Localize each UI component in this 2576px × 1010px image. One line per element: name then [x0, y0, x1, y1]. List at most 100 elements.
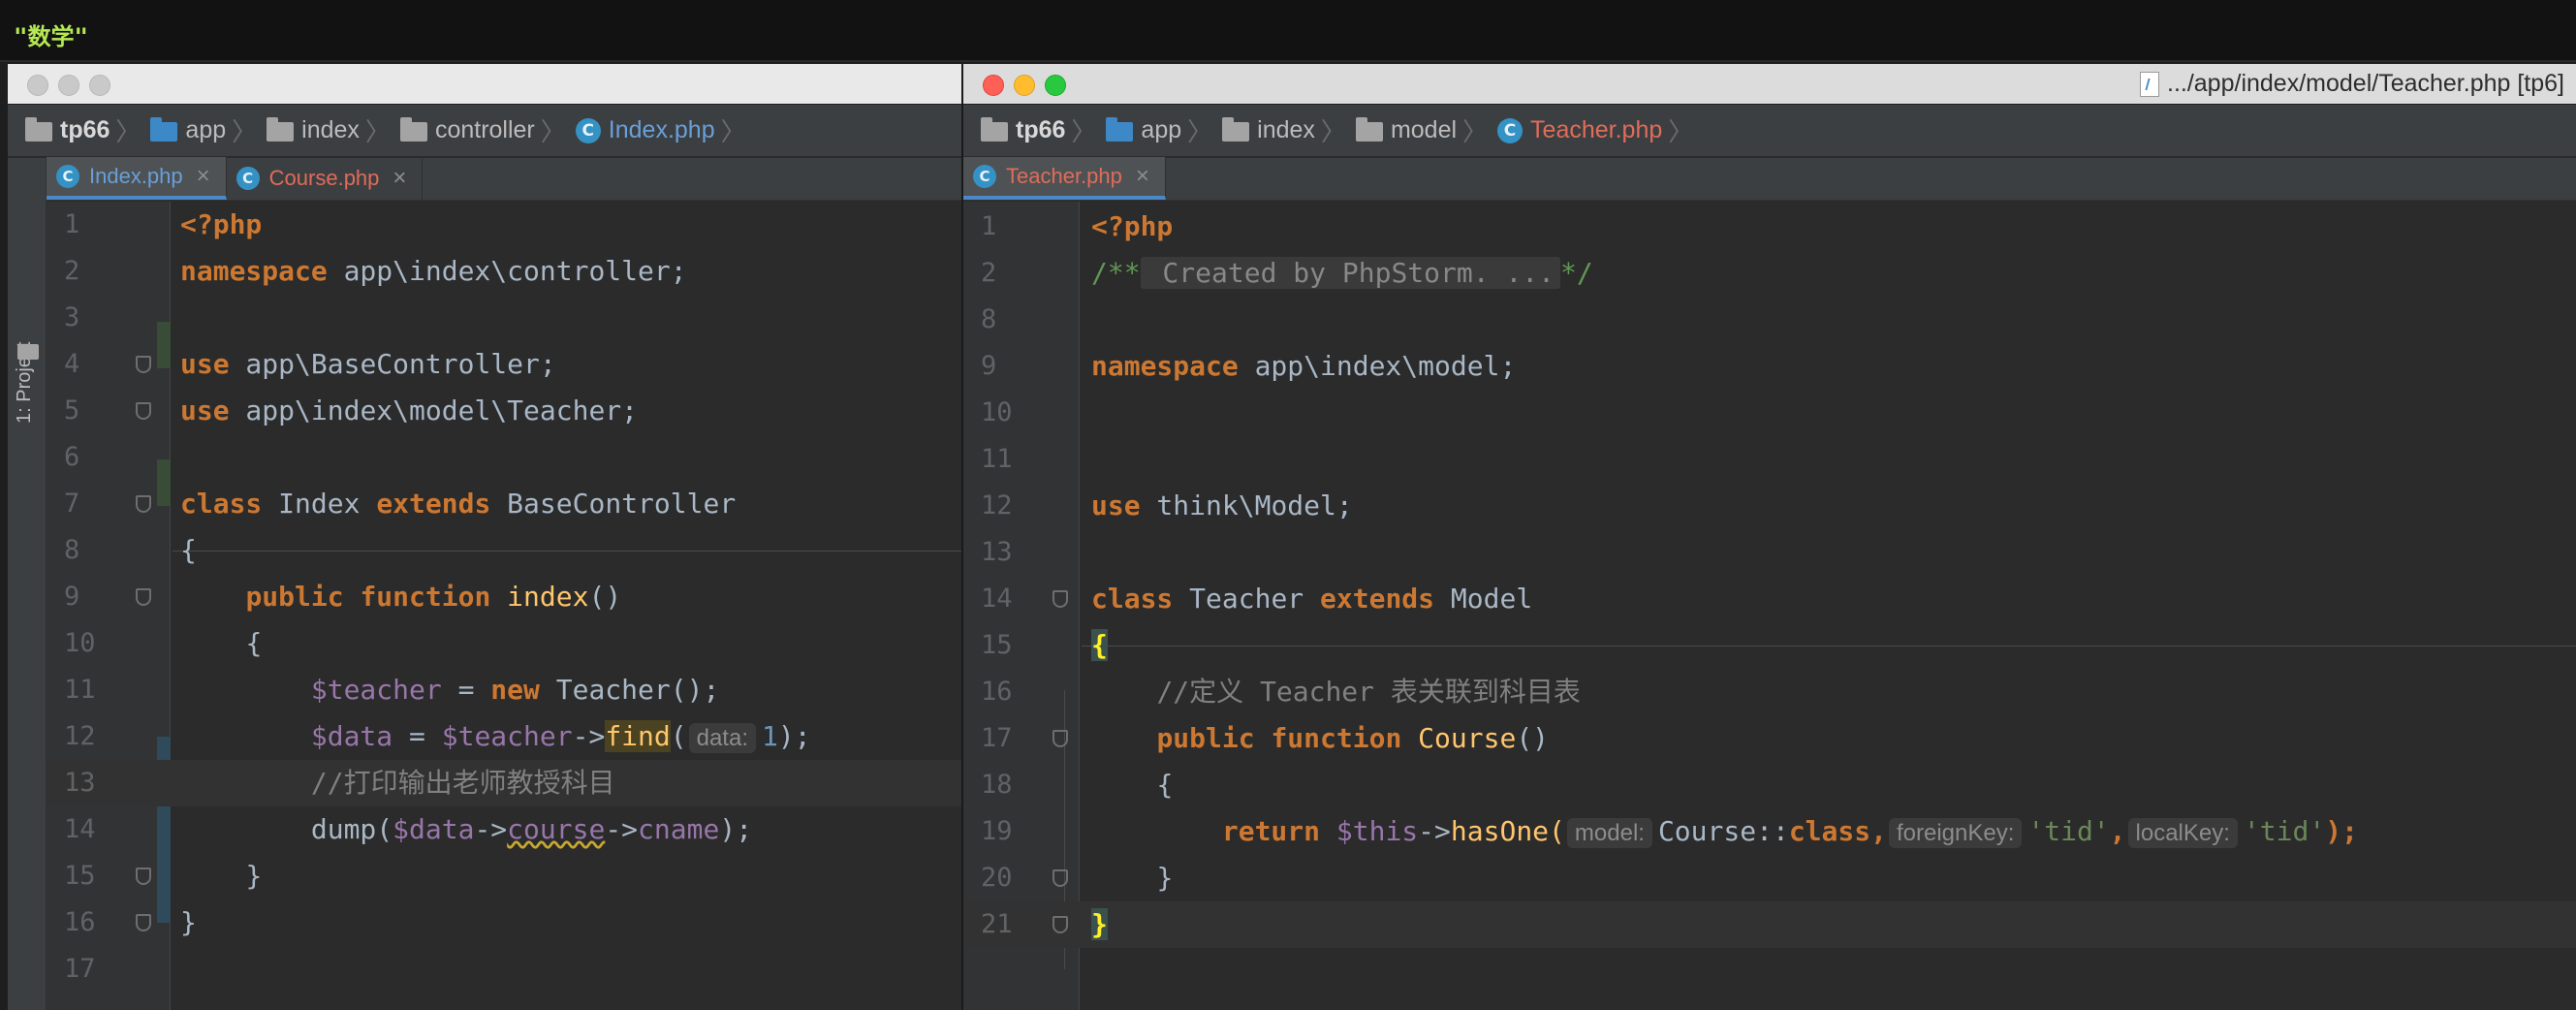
- php-class-icon: C: [575, 117, 601, 143]
- chevron-right-icon: 〉: [540, 117, 566, 146]
- code-line: 1 <?php: [64, 208, 263, 240]
- breadcrumb-item-file[interactable]: C Index.php: [575, 116, 715, 144]
- code-line: 16}: [64, 906, 197, 938]
- breadcrumb-item-app[interactable]: app: [150, 116, 226, 144]
- folder-icon: [399, 116, 427, 142]
- code-line: 17: [64, 954, 96, 984]
- code-line: 4 use app\BaseController;: [64, 348, 556, 380]
- chevron-right-icon: 〉: [232, 117, 258, 146]
- code-line: 9 namespace app\index\model;: [981, 350, 1517, 382]
- code-line: 11 $teacher = new Teacher();: [64, 674, 720, 706]
- breadcrumb-item-index[interactable]: index: [267, 116, 360, 144]
- php-class-icon: C: [973, 165, 996, 188]
- console-output-bar: "数学": [0, 0, 2576, 62]
- code-line: 15{: [981, 629, 1108, 661]
- php-class-icon: C: [236, 167, 260, 190]
- fold-icon[interactable]: [1052, 590, 1068, 608]
- code-editor[interactable]: 1 <?php 2 namespace app\index\controller; …: [47, 202, 977, 1010]
- breadcrumb-item-controller[interactable]: controller: [399, 116, 535, 144]
- tool-window-strip: 1: Project: [8, 158, 47, 1010]
- code-line: 12 use think\Model;: [981, 489, 1353, 521]
- editor-tabs: C Teacher.php ×: [963, 157, 2576, 201]
- folder-icon: [267, 116, 295, 142]
- chevron-right-icon: 〉: [364, 117, 391, 146]
- window-titlebar: .../app/index/model/Teacher.php [tp6]: [963, 64, 2576, 105]
- minimize-window-button[interactable]: [58, 75, 79, 96]
- breadcrumb-item-file[interactable]: C Teacher.php: [1497, 116, 1662, 144]
- code-line-current: 21}: [963, 901, 2576, 948]
- folder-icon: [1106, 116, 1134, 142]
- minimize-window-button[interactable]: [1014, 75, 1035, 96]
- zoom-window-button[interactable]: [89, 75, 110, 96]
- breadcrumb-item-model[interactable]: model: [1355, 116, 1457, 144]
- folder-icon: [25, 116, 52, 142]
- folded-region[interactable]: Created by PhpStorm. ...: [1140, 257, 1561, 289]
- code-line: 11: [981, 444, 1013, 474]
- fold-icon[interactable]: [136, 588, 151, 606]
- fold-icon[interactable]: [136, 914, 151, 931]
- code-line: 12 $data = $teacher->find(data: 1);: [64, 720, 811, 753]
- close-window-button[interactable]: [983, 75, 1004, 96]
- code-line: 16 //定义 Teacher 表关联到科目表: [981, 676, 1581, 708]
- chevron-right-icon: 〉: [720, 117, 746, 146]
- code-line: 17 public function Course(): [981, 722, 1550, 754]
- code-line: 13: [981, 537, 1013, 567]
- breadcrumb: tp66 〉 app 〉 index 〉 controller 〉 C Index.php…: [8, 105, 977, 157]
- folder-icon: [17, 344, 39, 360]
- close-tab-icon[interactable]: ×: [1136, 163, 1149, 190]
- php-class-icon: C: [1497, 117, 1524, 143]
- fold-icon[interactable]: [136, 356, 151, 373]
- code-line: 15 }: [64, 860, 263, 892]
- php-class-icon: C: [56, 165, 79, 188]
- fold-icon[interactable]: [1052, 916, 1068, 933]
- parameter-hint: model:: [1566, 818, 1652, 848]
- breadcrumb-item-project[interactable]: tp66: [25, 116, 110, 144]
- editor-tabs: C Index.php × C Course.php ×: [47, 157, 977, 201]
- code-line: 2 namespace app\index\controller;: [64, 255, 687, 287]
- tab-index-php[interactable]: C Index.php ×: [47, 157, 227, 200]
- parameter-hint: localKey:: [2127, 818, 2238, 848]
- parameter-hint: data:: [688, 723, 756, 753]
- tab-teacher-php[interactable]: C Teacher.php ×: [963, 157, 1166, 200]
- tab-course-php[interactable]: C Course.php ×: [227, 157, 424, 200]
- chevron-right-icon: 〉: [1071, 117, 1097, 146]
- chevron-right-icon: 〉: [1668, 117, 1694, 146]
- code-line: 10 {: [64, 627, 263, 659]
- code-line: 10: [981, 397, 1013, 427]
- close-tab-icon[interactable]: ×: [197, 163, 210, 190]
- code-line: 14 dump($data->course->cname);: [64, 813, 753, 845]
- fold-icon[interactable]: [136, 868, 151, 885]
- code-line: 2/** Created by PhpStorm. ... */: [981, 257, 1593, 289]
- code-line: 3: [64, 302, 80, 332]
- breadcrumb-item-project[interactable]: tp66: [981, 116, 1065, 144]
- code-line: 9 public function index(): [64, 581, 622, 613]
- editor-window-left: tp66 〉 app 〉 index 〉 controller 〉 C Index.php…: [8, 64, 977, 1010]
- fold-icon[interactable]: [136, 402, 151, 420]
- code-line: 18 {: [981, 769, 1174, 801]
- close-window-button[interactable]: [27, 75, 48, 96]
- fold-icon[interactable]: [136, 495, 151, 513]
- code-line-current: 13 //打印输出老师教授科目: [47, 760, 977, 806]
- close-tab-icon[interactable]: ×: [393, 165, 406, 192]
- chevron-right-icon: 〉: [1320, 117, 1346, 146]
- window-titlebar: [8, 64, 977, 105]
- code-line: 20 }: [981, 862, 1174, 894]
- code-editor[interactable]: 1 <?php 2/** Created by PhpStorm. ... */ 8…: [963, 202, 2576, 1010]
- code-line: 19 return $this->hasOne(model: Course::cl…: [981, 815, 2358, 848]
- code-line: 8: [981, 304, 997, 334]
- code-line: 14 class Teacher extends Model: [981, 583, 1533, 615]
- console-output-text: "数学": [14, 23, 88, 50]
- parameter-hint: foreignKey:: [1888, 818, 2023, 848]
- chevron-right-icon: 〉: [1462, 117, 1489, 146]
- chevron-right-icon: 〉: [1187, 117, 1213, 146]
- breadcrumb-item-app[interactable]: app: [1106, 116, 1181, 144]
- fold-icon[interactable]: [1052, 730, 1068, 747]
- code-line: 6: [64, 442, 80, 472]
- window-title: .../app/index/model/Teacher.php [tp6]: [2140, 70, 2564, 98]
- folder-icon: [1222, 116, 1250, 142]
- zoom-window-button[interactable]: [1045, 75, 1066, 96]
- code-line: 5 use app\index\model\Teacher;: [64, 395, 639, 426]
- fold-icon[interactable]: [1052, 869, 1068, 887]
- breadcrumb-item-index[interactable]: index: [1222, 116, 1315, 144]
- php-file-icon: [2140, 71, 2159, 97]
